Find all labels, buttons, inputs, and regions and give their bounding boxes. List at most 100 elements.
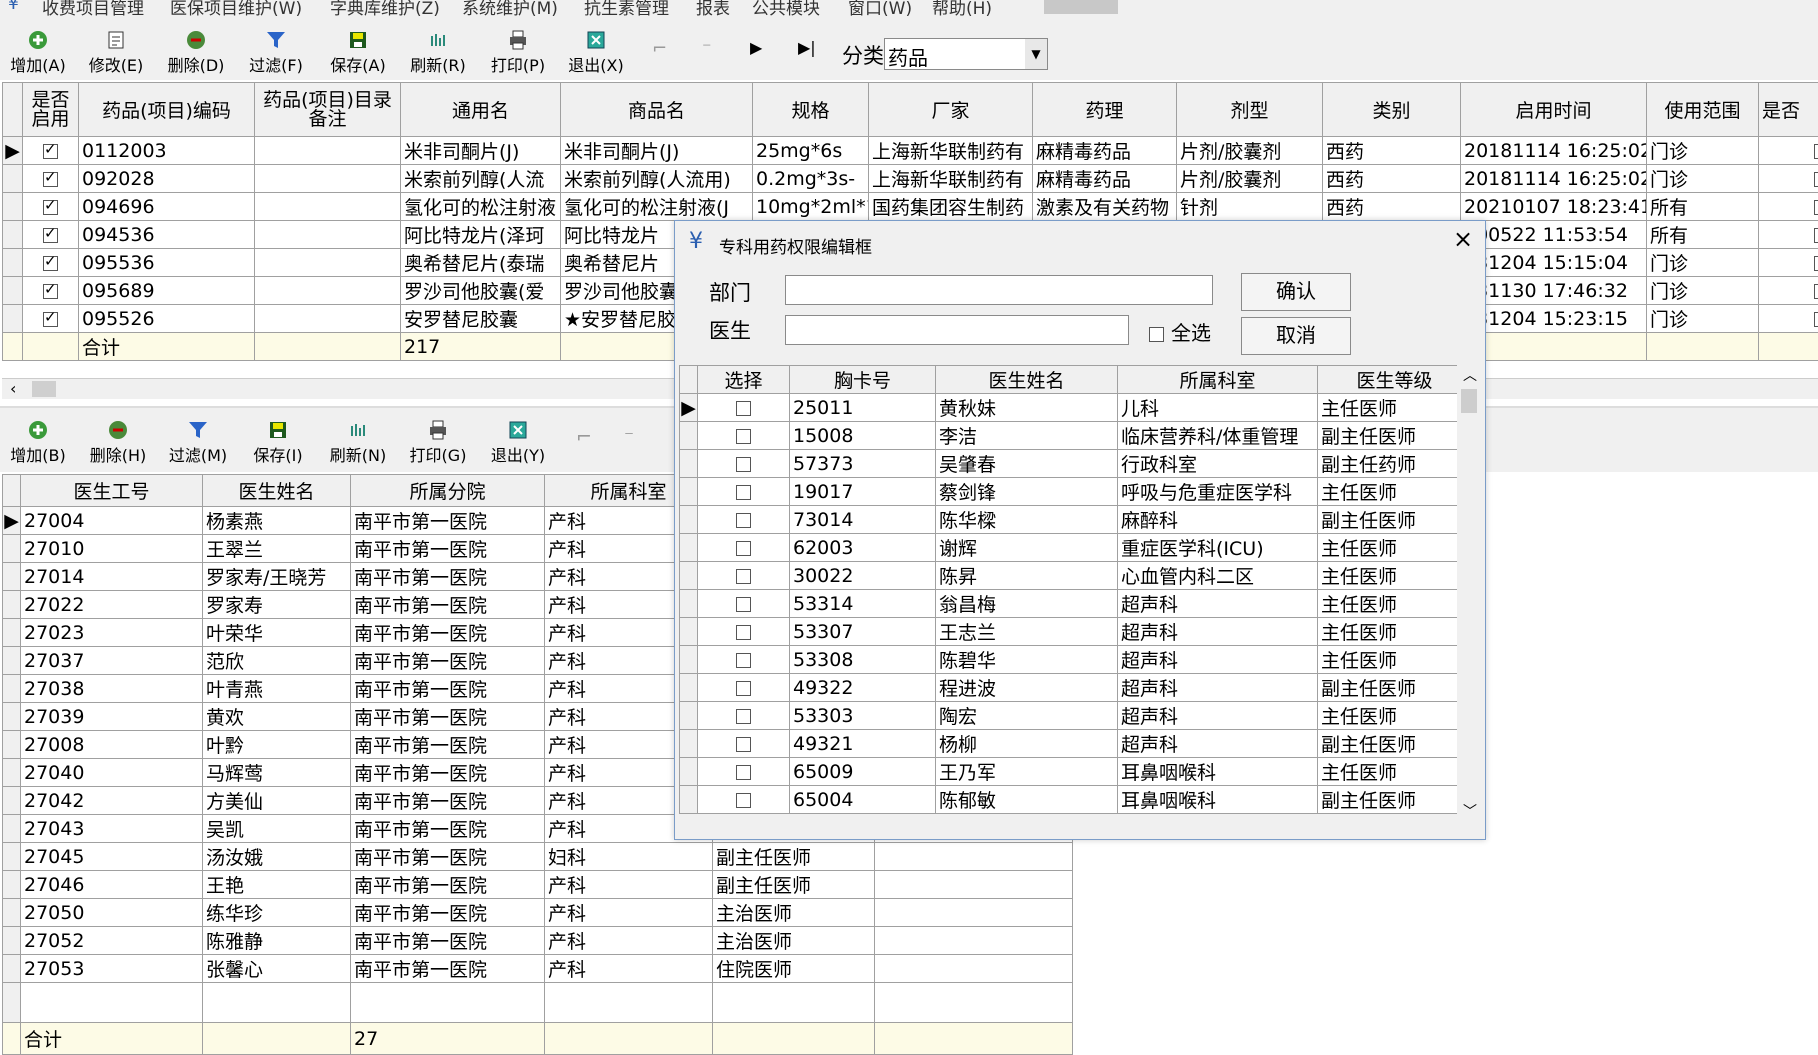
select-cell[interactable]	[698, 506, 790, 534]
select-checkbox[interactable]	[736, 765, 751, 780]
cell-level[interactable]: 主任医师	[1318, 478, 1472, 506]
column-header[interactable]: 药理	[1033, 83, 1177, 137]
cell-level[interactable]: 主治医师	[713, 927, 875, 955]
cell-dept[interactable]: 超声科	[1118, 730, 1318, 758]
cell-branch[interactable]: 南平市第一医院	[351, 955, 545, 983]
cell-level[interactable]: 副主任医师	[1318, 730, 1472, 758]
enabled-checkbox[interactable]	[43, 172, 58, 187]
select-checkbox[interactable]	[736, 541, 751, 556]
cell-dept[interactable]: 产科	[545, 899, 713, 927]
column-header[interactable]: 剂型	[1177, 83, 1323, 137]
cell-scope[interactable]: 所有	[1647, 221, 1759, 249]
flag-checkbox[interactable]	[1814, 144, 1818, 159]
cell-name[interactable]: 陶宏	[936, 702, 1118, 730]
cell-branch[interactable]: 南平市第一医院	[351, 731, 545, 759]
cell-branch[interactable]: 南平市第一医院	[351, 647, 545, 675]
cell-cat[interactable]: 西药	[1323, 137, 1461, 165]
cell-flag[interactable]	[1759, 277, 1818, 305]
cell-level[interactable]: 副主任医师	[1318, 506, 1472, 534]
cell-level[interactable]: 主任医师	[1318, 394, 1472, 422]
cell-name[interactable]: 王志兰	[936, 618, 1118, 646]
cell-cat[interactable]: 西药	[1323, 193, 1461, 221]
row-indicator[interactable]	[680, 506, 698, 534]
column-header[interactable]: 通用名	[401, 83, 561, 137]
cell-flag[interactable]	[1759, 305, 1818, 333]
table-row[interactable]: 49321杨柳超声科副主任医师	[680, 730, 1472, 758]
cell-id[interactable]: 27042	[21, 787, 203, 815]
cell-card[interactable]: 30022	[790, 562, 936, 590]
cell-branch[interactable]: 南平市第一医院	[351, 815, 545, 843]
enabled-checkbox[interactable]	[43, 144, 58, 159]
table-row[interactable]: 19017蔡剑锋呼吸与危重症医学科主任医师	[680, 478, 1472, 506]
select-cell[interactable]	[698, 562, 790, 590]
table-row[interactable]: 62003谢辉重症医学科(ICU)主任医师	[680, 534, 1472, 562]
cell-trade[interactable]: 米非司酮片(J)	[561, 137, 753, 165]
cell-note[interactable]	[255, 193, 401, 221]
select-checkbox[interactable]	[736, 569, 751, 584]
cell-level[interactable]: 主任医师	[1318, 702, 1472, 730]
cell-id[interactable]: 27043	[21, 815, 203, 843]
select-cell[interactable]	[698, 394, 790, 422]
cancel-button[interactable]: 取消	[1241, 317, 1351, 355]
enabled-checkbox[interactable]	[43, 284, 58, 299]
column-header[interactable]: 使用范围	[1647, 83, 1759, 137]
cell-maker[interactable]: 国药集团容生制药	[869, 193, 1033, 221]
cell-scope[interactable]: 门诊	[1647, 305, 1759, 333]
cell-scope[interactable]: 门诊	[1647, 165, 1759, 193]
cell-level[interactable]: 副主任医师	[1318, 786, 1472, 814]
row-indicator[interactable]	[3, 193, 23, 221]
select-cell[interactable]	[698, 618, 790, 646]
refresh-button[interactable]: 刷新(R)	[404, 30, 472, 76]
scroll-up-icon[interactable]: ︿	[1463, 365, 1477, 385]
cell-dept[interactable]: 呼吸与危重症医学科	[1118, 478, 1318, 506]
column-header[interactable]: 所属分院	[351, 475, 545, 507]
row-indicator[interactable]	[680, 478, 698, 506]
cell-spec[interactable]: 10mg*2ml*10	[753, 193, 869, 221]
cell-id[interactable]: 27023	[21, 619, 203, 647]
cell-flag[interactable]	[1759, 249, 1818, 277]
select-cell[interactable]	[698, 478, 790, 506]
row-indicator[interactable]	[3, 305, 23, 333]
table-row[interactable]: 092028米索前列醇(人流米索前列醇(人流用)0.2mg*3s-上海新华联制药…	[3, 165, 1818, 193]
cell-name[interactable]: 黄欢	[203, 703, 351, 731]
cell-branch[interactable]: 南平市第一医院	[351, 787, 545, 815]
doctor-save-button[interactable]: 保存(I)	[244, 420, 312, 466]
row-indicator[interactable]	[680, 618, 698, 646]
chevron-down-icon[interactable]: ▼	[1025, 39, 1047, 69]
cell-name[interactable]: 陈华樑	[936, 506, 1118, 534]
table-row[interactable]: 094696氢化可的松注射液氢化可的松注射液(J10mg*2ml*10国药集团容…	[3, 193, 1818, 221]
menu-item[interactable]: 收费项目管理	[42, 0, 144, 18]
select-checkbox[interactable]	[736, 737, 751, 752]
cell-dept[interactable]: 超声科	[1118, 618, 1318, 646]
cell-card[interactable]: 15008	[790, 422, 936, 450]
add-button[interactable]: 增加(A)	[4, 30, 72, 76]
cell-level[interactable]: 副主任药师	[1318, 450, 1472, 478]
cell-generic[interactable]: 安罗替尼胶囊	[401, 305, 561, 333]
scroll-thumb[interactable]	[32, 381, 56, 397]
cell-scope[interactable]: 门诊	[1647, 249, 1759, 277]
cell-dept[interactable]: 行政科室	[1118, 450, 1318, 478]
row-indicator[interactable]	[680, 450, 698, 478]
row-indicator[interactable]	[3, 277, 23, 305]
cell-branch[interactable]: 南平市第一医院	[351, 703, 545, 731]
cell-name[interactable]: 汤汝娥	[203, 843, 351, 871]
row-indicator[interactable]	[3, 535, 21, 563]
select-cell[interactable]	[698, 730, 790, 758]
enabled-checkbox[interactable]	[43, 312, 58, 327]
cell-pharm[interactable]: 麻精毒药品	[1033, 137, 1177, 165]
cell-name[interactable]: 杨柳	[936, 730, 1118, 758]
cell-card[interactable]: 53308	[790, 646, 936, 674]
cell-dept[interactable]: 超声科	[1118, 674, 1318, 702]
cell-id[interactable]: 27038	[21, 675, 203, 703]
enabled-checkbox-cell[interactable]	[23, 165, 79, 193]
cell-dept[interactable]: 儿科	[1118, 394, 1318, 422]
cell-id[interactable]: 27053	[21, 955, 203, 983]
cell-level[interactable]: 主任医师	[1318, 646, 1472, 674]
cell-id[interactable]: 27046	[21, 871, 203, 899]
cell-scope[interactable]: 所有	[1647, 193, 1759, 221]
first-record-icon[interactable]: ⌐	[652, 38, 667, 59]
first-record-icon[interactable]: ⌐	[576, 426, 592, 448]
cell-card[interactable]: 25011	[790, 394, 936, 422]
cell-time[interactable]: 20181114 16:25:02	[1461, 137, 1647, 165]
cell-name[interactable]: 蔡剑锋	[936, 478, 1118, 506]
